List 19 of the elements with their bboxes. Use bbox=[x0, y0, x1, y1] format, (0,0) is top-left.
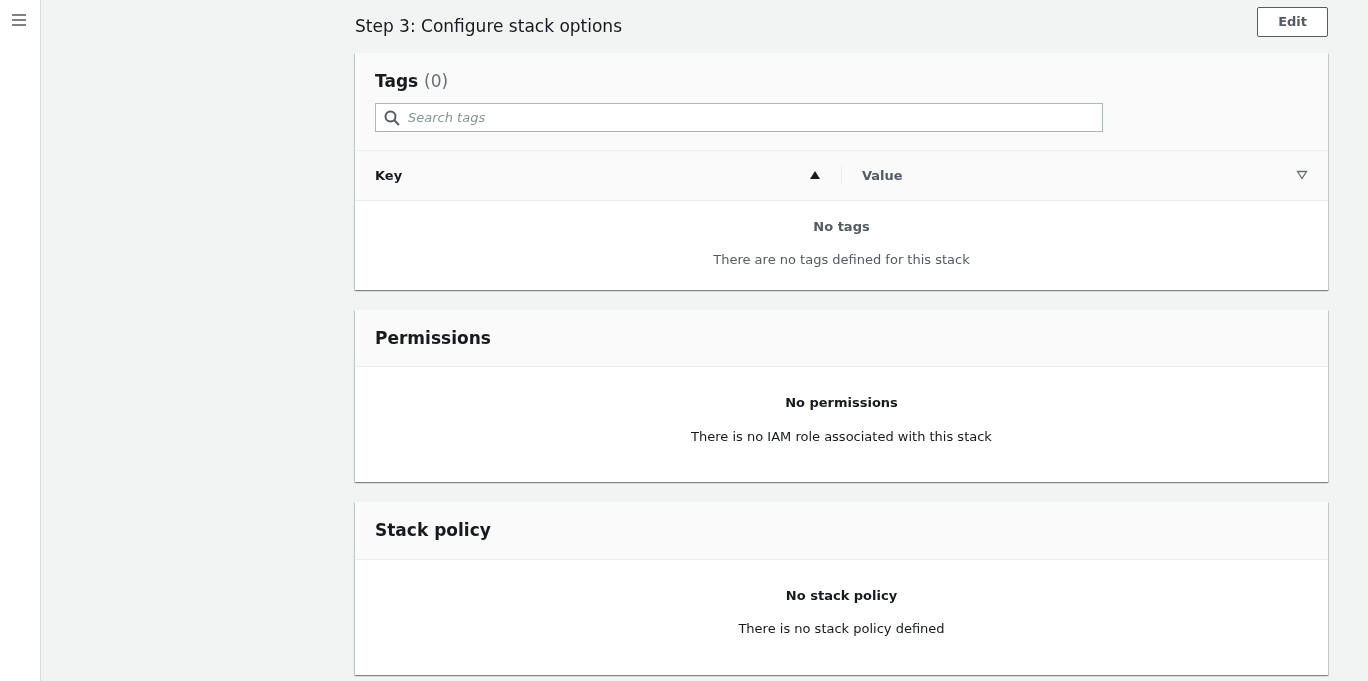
column-header[interactable]: Key bbox=[375, 165, 403, 186]
search-icon bbox=[384, 109, 400, 126]
empty-title: No permissions bbox=[784, 394, 899, 413]
panel-title: Permissions bbox=[375, 327, 492, 349]
empty-message: There are no tags defined for this stack bbox=[712, 251, 971, 270]
panel-title: Stack policy bbox=[375, 520, 492, 541]
empty-title: No tags bbox=[812, 217, 871, 236]
empty-title: No stack policy bbox=[784, 586, 899, 605]
sort-icon[interactable] bbox=[1296, 170, 1308, 181]
column-header[interactable]: Value bbox=[862, 165, 903, 186]
empty-message: There is no IAM role associated with this stack bbox=[690, 427, 993, 446]
sort-ascending-icon[interactable] bbox=[809, 170, 821, 181]
panel-title: Tags bbox=[375, 70, 419, 91]
empty-message: There is no stack policy defined bbox=[737, 620, 946, 639]
edit-button[interactable]: Edit bbox=[1257, 7, 1328, 37]
tag-count: (0) bbox=[424, 70, 449, 91]
step-title: Step 3: Configure stack options bbox=[355, 16, 622, 37]
search-field[interactable]: Search tags bbox=[375, 102, 1103, 132]
menu-icon bbox=[11, 12, 27, 27]
